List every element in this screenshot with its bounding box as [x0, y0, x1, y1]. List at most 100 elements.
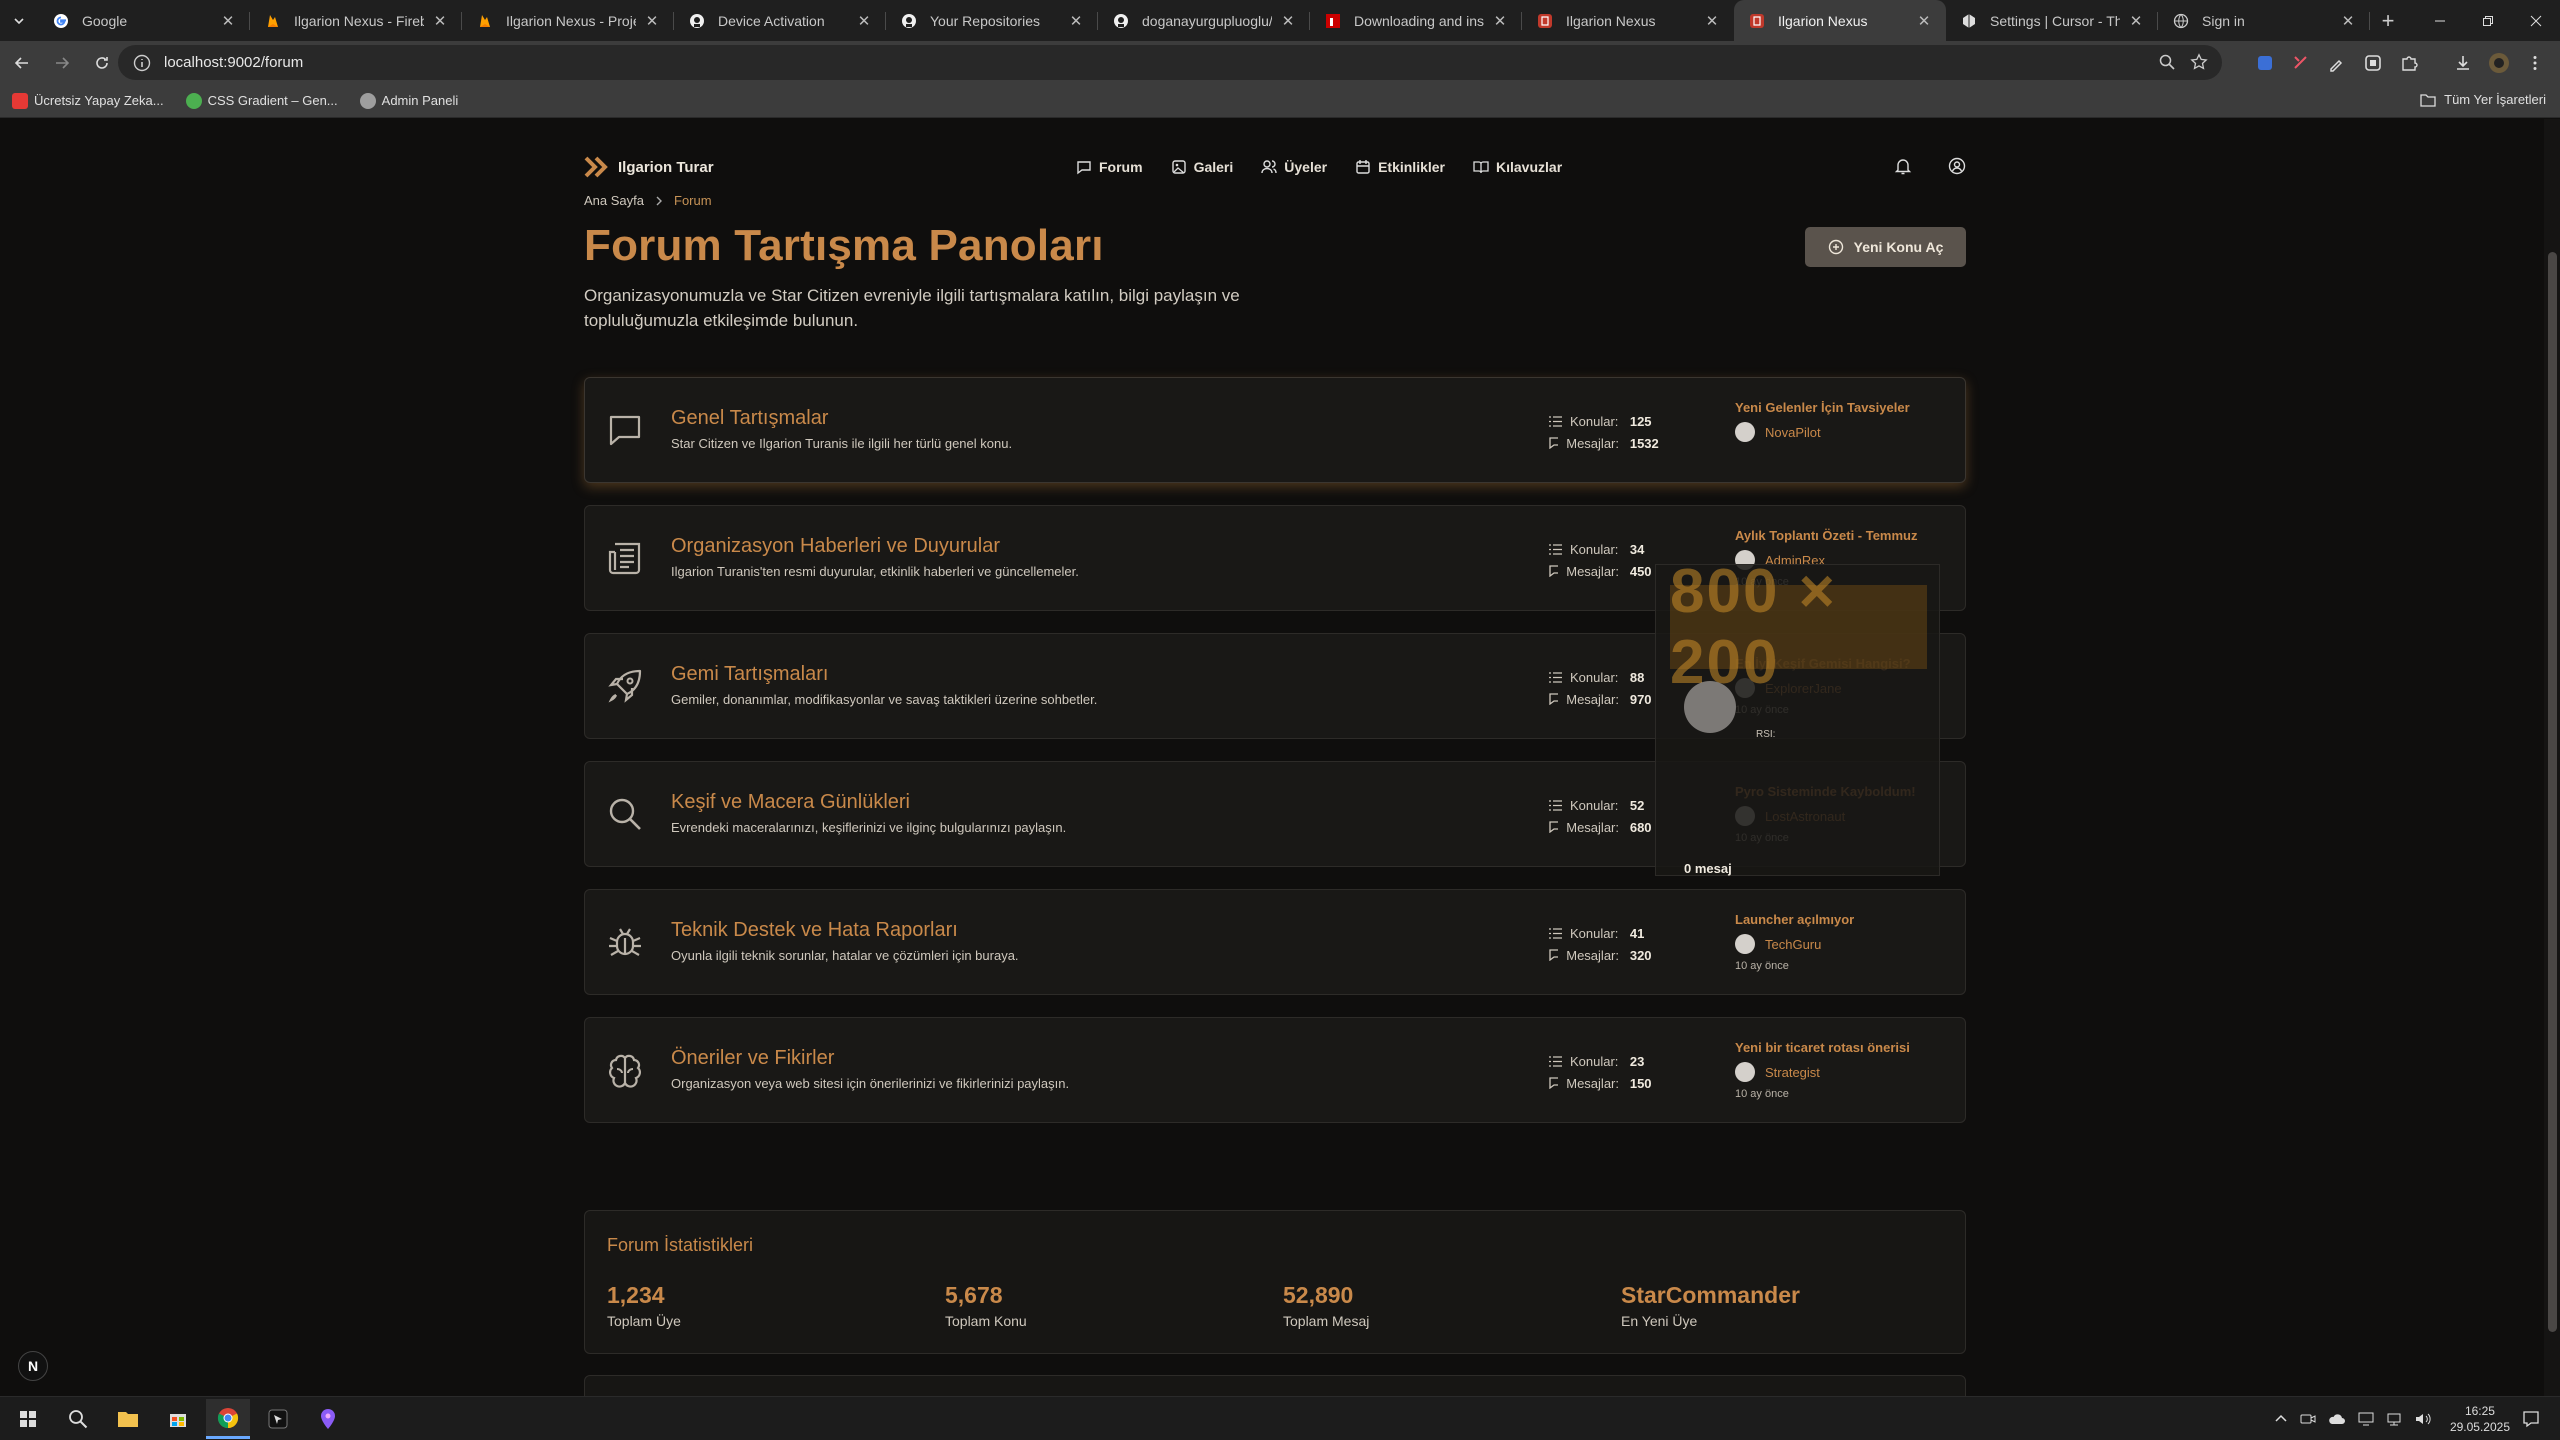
cursor-app-button[interactable]	[256, 1399, 300, 1439]
browser-tab[interactable]: Ilgarion Nexus ✕	[1522, 0, 1734, 41]
scrollbar-thumb[interactable]	[2548, 252, 2557, 1332]
display-icon[interactable]	[2358, 1412, 2374, 1426]
nav-forum[interactable]: Forum	[1076, 159, 1143, 175]
menu-icon[interactable]	[2520, 48, 2550, 78]
new-topic-button[interactable]: Yeni Konu Aç	[1805, 227, 1966, 267]
nav-etkinlikler[interactable]: Etkinlikler	[1355, 159, 1445, 175]
chevron-up-icon[interactable]	[2274, 1412, 2288, 1426]
nextjs-dev-badge[interactable]: N	[18, 1351, 48, 1381]
category-name[interactable]: Organizasyon Haberleri ve Duyurular	[671, 535, 1000, 558]
address-bar[interactable]: localhost:9002/forum	[118, 45, 2222, 80]
store-button[interactable]	[156, 1399, 200, 1439]
close-tab-icon[interactable]: ✕	[856, 13, 872, 30]
last-post-title[interactable]: Yeni Gelenler İçin Tavsiyeler	[1735, 400, 1910, 415]
user-circle-icon[interactable]	[1948, 157, 1966, 175]
nav-kilavuzlar[interactable]: Kılavuzlar	[1473, 159, 1562, 175]
close-window-button[interactable]	[2512, 0, 2560, 41]
search-taskbar-button[interactable]	[56, 1399, 100, 1439]
nav-galeri[interactable]: Galeri	[1171, 159, 1233, 175]
bell-icon[interactable]	[1894, 157, 1912, 175]
tab-title: Settings | Cursor - The AI	[1990, 12, 2120, 29]
reload-button[interactable]	[84, 45, 120, 81]
category-name[interactable]: Gemi Tartışmaları	[671, 663, 828, 686]
calendar-icon	[1356, 160, 1370, 174]
close-tab-icon[interactable]: ✕	[432, 13, 448, 30]
browser-tab[interactable]: Downloading and installi ✕	[1310, 0, 1522, 41]
chrome-taskbar-button[interactable]	[206, 1399, 250, 1439]
close-tab-icon[interactable]: ✕	[220, 13, 236, 30]
extension-bar	[2250, 45, 2550, 80]
browser-tab[interactable]: Settings | Cursor - The AI ✕	[1946, 0, 2158, 41]
browser-tab[interactable]: Sign in ✕	[2158, 0, 2370, 41]
forum-category-row[interactable]: Teknik Destek ve Hata Raporları Oyunla il…	[584, 889, 1966, 995]
extension-icon[interactable]	[2358, 48, 2388, 78]
category-stats: Konular: 41 Mesajlar: 320	[1549, 922, 1652, 966]
star-icon[interactable]	[2190, 53, 2208, 71]
maps-app-button[interactable]	[306, 1399, 350, 1439]
close-tab-icon[interactable]: ✕	[1068, 13, 1084, 30]
new-tab-button[interactable]: +	[2370, 0, 2406, 41]
back-button[interactable]	[4, 45, 40, 81]
bookmark-item[interactable]: CSS Gradient – Gen...	[185, 92, 338, 109]
last-post-author[interactable]: Strategist	[1765, 1065, 1820, 1080]
close-tab-icon[interactable]: ✕	[2128, 13, 2144, 30]
last-post-title[interactable]: Aylık Toplantı Özeti - Temmuz	[1735, 528, 1918, 543]
browser-tab[interactable]: Your Repositories ✕	[886, 0, 1098, 41]
breadcrumb-home[interactable]: Ana Sayfa	[584, 193, 644, 208]
browser-tab[interactable]: Ilgarion Nexus ✕	[1734, 0, 1946, 41]
messages-label: Mesajlar:	[1566, 819, 1619, 835]
extension-icon[interactable]	[2286, 48, 2316, 78]
notification-icon[interactable]	[2522, 1410, 2540, 1428]
browser-tab[interactable]: doganayurgupluoglu/stu ✕	[1098, 0, 1310, 41]
forum-stats-title: Forum İstatistikleri	[607, 1235, 754, 1255]
extension-icon[interactable]	[2250, 48, 2280, 78]
tab-search-button[interactable]	[0, 0, 38, 41]
browser-tab[interactable]: Device Activation ✕	[674, 0, 886, 41]
zoom-icon[interactable]	[2158, 53, 2176, 71]
category-name[interactable]: Keşif ve Macera Günlükleri	[671, 791, 910, 814]
meet-icon[interactable]	[2300, 1411, 2316, 1427]
category-name[interactable]: Öneriler ve Fikirler	[671, 1047, 834, 1070]
forum-category-row[interactable]: Genel Tartışmalar Star Citizen ve Ilgario…	[584, 377, 1966, 483]
user-hover-card: 800 × 200 RSI: 0 mesaj	[1655, 557, 1940, 876]
category-name[interactable]: Genel Tartışmalar	[671, 407, 828, 430]
windows-logo-icon	[20, 1411, 36, 1427]
last-post-author[interactable]: TechGuru	[1765, 937, 1821, 952]
start-button[interactable]	[6, 1399, 50, 1439]
volume-icon[interactable]	[2414, 1411, 2432, 1427]
last-post-title[interactable]: Launcher açılmıyor	[1735, 912, 1854, 927]
restore-button[interactable]	[2464, 0, 2512, 41]
cloud-icon[interactable]	[2328, 1412, 2346, 1426]
tab-separator	[2369, 12, 2370, 30]
minimize-button[interactable]	[2416, 0, 2464, 41]
puzzle-icon[interactable]	[2394, 48, 2424, 78]
profile-avatar[interactable]	[2484, 48, 2514, 78]
site-logo[interactable]: Ilgarion Turar	[584, 156, 714, 178]
browser-tab[interactable]: Ilgarion Nexus - Firebase S ✕	[250, 0, 462, 41]
last-post-author[interactable]: NovaPilot	[1765, 425, 1821, 440]
download-icon[interactable]	[2448, 48, 2478, 78]
browser-tab[interactable]: Ilgarion Nexus - Project se ✕	[462, 0, 674, 41]
nav-uyeler[interactable]: Üyeler	[1261, 159, 1327, 175]
list-icon	[1549, 799, 1562, 811]
category-name[interactable]: Teknik Destek ve Hata Raporları	[671, 919, 958, 942]
close-tab-icon[interactable]: ✕	[2340, 13, 2356, 30]
color-picker-icon[interactable]	[2322, 48, 2352, 78]
all-bookmarks-button[interactable]: Tüm Yer İşaretleri	[2420, 92, 2546, 107]
bookmark-item[interactable]: Admin Paneli	[359, 92, 458, 109]
close-tab-icon[interactable]: ✕	[1492, 13, 1508, 30]
forum-category-row[interactable]: Öneriler ve Fikirler Organizasyon veya we…	[584, 1017, 1966, 1123]
file-explorer-button[interactable]	[106, 1399, 150, 1439]
bookmark-item[interactable]: Ücretsiz Yapay Zeka...	[12, 92, 164, 109]
last-post-title[interactable]: Yeni bir ticaret rotası önerisi	[1735, 1040, 1910, 1055]
close-tab-icon[interactable]: ✕	[1704, 13, 1720, 30]
network-icon[interactable]	[2386, 1412, 2402, 1426]
forward-button[interactable]	[44, 45, 80, 81]
browser-tab[interactable]: Google ✕	[38, 0, 250, 41]
close-tab-icon[interactable]: ✕	[644, 13, 660, 30]
taskbar-clock[interactable]: 16:25 29.05.2025	[2450, 1403, 2510, 1435]
close-tab-icon[interactable]: ✕	[1280, 13, 1296, 30]
page-scrollbar[interactable]	[2544, 119, 2560, 1396]
site-info-icon[interactable]	[132, 53, 152, 73]
close-tab-icon[interactable]: ✕	[1916, 13, 1932, 30]
